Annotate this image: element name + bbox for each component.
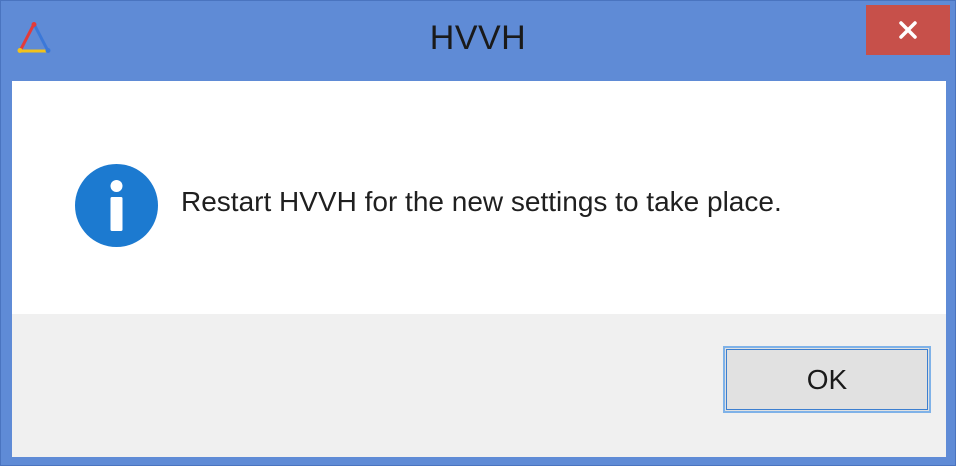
- message-area: Restart HVVH for the new settings to tak…: [12, 81, 946, 314]
- window-title: HVVH: [429, 19, 527, 57]
- ok-button[interactable]: OK: [723, 346, 931, 413]
- close-button[interactable]: [866, 5, 950, 55]
- dialog-body: Restart HVVH for the new settings to tak…: [12, 81, 946, 457]
- close-icon: [899, 21, 917, 39]
- title-bar[interactable]: HVVH: [1, 1, 955, 81]
- dialog-window: HVVH Restart HVVH for the new settings t…: [0, 0, 956, 466]
- dialog-message: Restart HVVH for the new settings to tak…: [181, 186, 782, 217]
- button-bar: OK: [12, 314, 946, 457]
- info-icon: [75, 164, 158, 247]
